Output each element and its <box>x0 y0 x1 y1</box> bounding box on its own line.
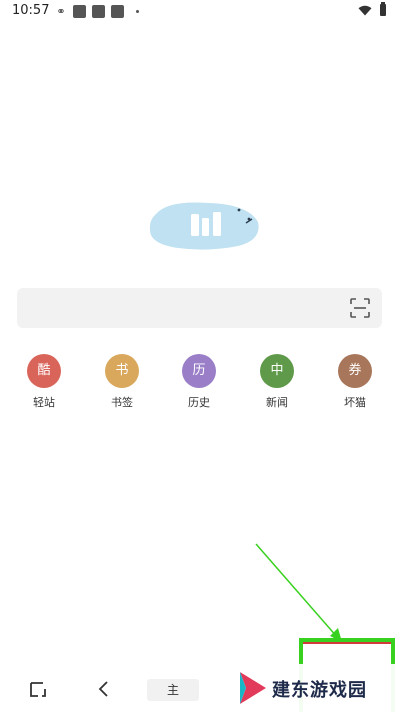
home-button[interactable]: 主 <box>147 679 199 701</box>
shortcut-label: 轻站 <box>33 396 55 409</box>
headset-icon: ⚭ <box>56 5 66 18</box>
battery-icon <box>380 2 386 16</box>
shortcut-bad-cat[interactable]: 券 坏猫 <box>325 354 385 410</box>
notification-icon <box>73 5 86 18</box>
notification-icons: ⚭ <box>55 5 139 18</box>
system-icons <box>358 2 386 16</box>
tabs-icon[interactable] <box>28 678 50 700</box>
scan-icon[interactable] <box>350 298 370 318</box>
coupon-icon: 券 <box>338 354 372 388</box>
lite-site-icon: 酷 <box>27 354 61 388</box>
shortcut-label: 新闻 <box>266 396 288 409</box>
shortcut-label: 历史 <box>188 396 210 409</box>
status-bar: 10:57 ⚭ <box>0 0 400 24</box>
watermark: 建东游戏园 <box>232 664 400 712</box>
app-logo <box>149 202 259 250</box>
shortcut-lite-site[interactable]: 酷 轻站 <box>14 354 74 410</box>
shortcut-label: 书签 <box>111 396 133 409</box>
notification-icon <box>92 5 105 18</box>
back-icon[interactable] <box>93 678 115 700</box>
history-icon: 历 <box>182 354 216 388</box>
wifi-icon <box>358 5 372 15</box>
annotation-arrow-icon <box>255 543 342 642</box>
status-time: 10:57 <box>12 3 50 18</box>
watermark-logo-icon <box>240 672 266 704</box>
search-input[interactable] <box>17 288 382 328</box>
shortcut-bookmarks[interactable]: 书 书签 <box>92 354 152 410</box>
more-notifications-dot-icon <box>136 10 139 13</box>
watermark-text: 建东游戏园 <box>272 680 367 701</box>
notification-icon <box>111 5 124 18</box>
shortcut-news[interactable]: 中 新闻 <box>247 354 307 410</box>
shortcut-history[interactable]: 历 历史 <box>169 354 229 410</box>
news-icon: 中 <box>260 354 294 388</box>
bookmarks-icon: 书 <box>105 354 139 388</box>
shortcut-label: 坏猫 <box>344 396 366 409</box>
